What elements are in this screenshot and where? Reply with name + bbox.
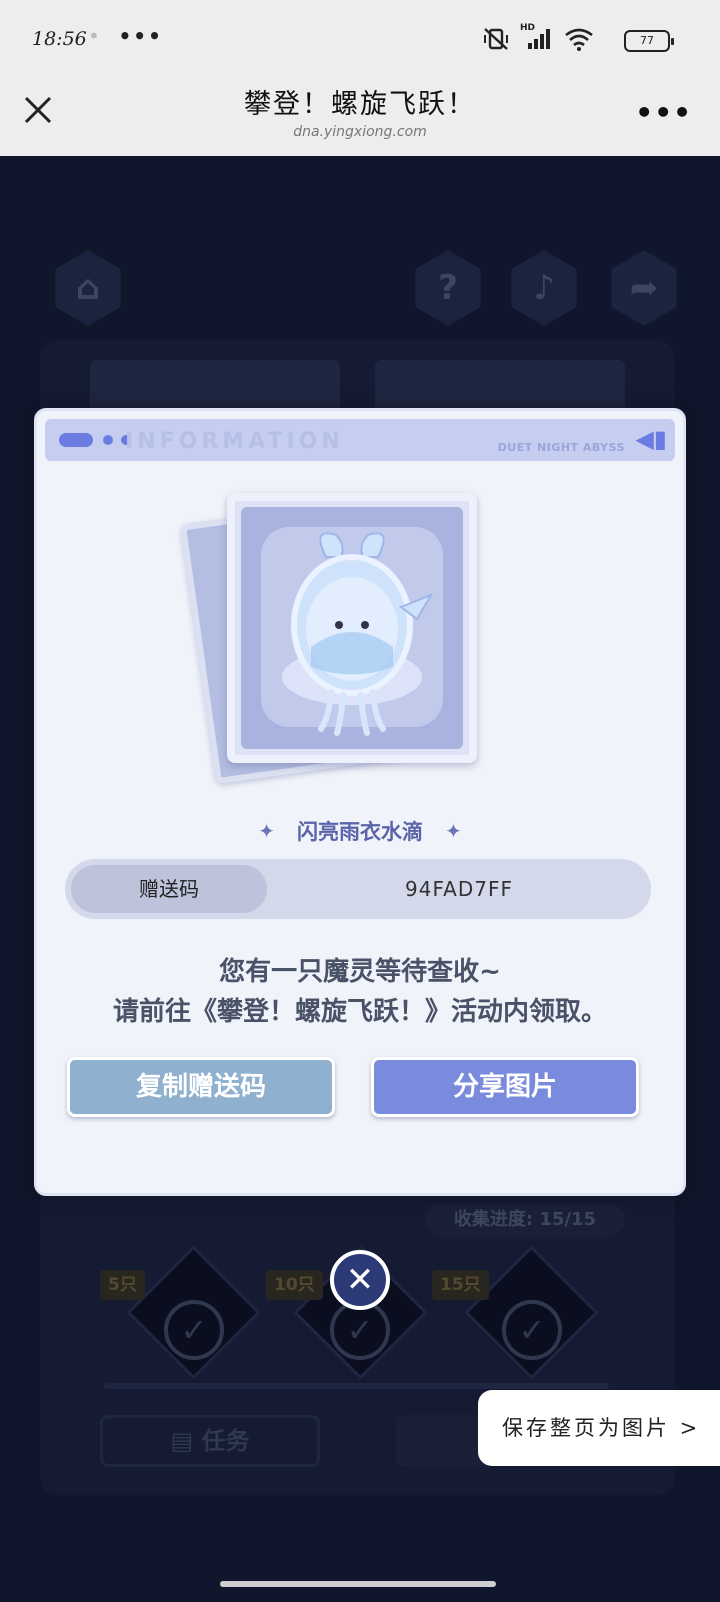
header-arrow-icon: ◀▮ — [635, 425, 667, 453]
message-line-2: 请前往《攀登！螺旋飞跃！》活动内领取。 — [112, 997, 607, 1027]
share-image-button[interactable]: 分享图片 — [371, 1057, 639, 1117]
header-watermark: INFORMATION — [125, 429, 344, 454]
battery-indicator: 77 — [624, 30, 674, 52]
page-title: 攀登！螺旋飞跃！ — [244, 89, 476, 120]
modal-close-button[interactable]: ✕ — [330, 1250, 390, 1310]
item-card-art — [241, 507, 463, 749]
gift-code-value[interactable]: 94FAD7FF — [267, 859, 651, 919]
sparkle-icon: ✦ — [445, 819, 462, 843]
vibrate-off-icon — [484, 28, 508, 50]
message-line-1: 您有一只魔灵等待查收~ — [219, 957, 501, 987]
home-indicator[interactable] — [220, 1581, 496, 1587]
page-url: dna.yingxiong.com — [293, 124, 427, 140]
status-time: 18:56 — [32, 28, 87, 50]
sparkle-icon: ✦ — [258, 819, 275, 843]
header-pill — [59, 433, 93, 447]
raincoat-droplet-icon — [282, 532, 434, 736]
wifi-icon — [565, 28, 593, 51]
item-name: 闪亮雨衣水滴 — [297, 820, 423, 844]
more-menu-button[interactable]: ••• — [635, 96, 692, 129]
browser-title-bar: 攀登！螺旋飞跃！ dna.yingxiong.com ••• — [0, 80, 720, 156]
signal-icon: HD — [520, 23, 554, 51]
header-brand: DUET NIGHT ABYSS — [497, 441, 625, 454]
modal-header: INFORMATION DUET NIGHT ABYSS ◀▮ — [45, 419, 675, 461]
item-name-row: ✦ 闪亮雨衣水滴 ✦ — [37, 816, 683, 846]
gift-code-modal: INFORMATION DUET NIGHT ABYSS ◀▮ ✦ 闪亮雨衣水滴 ✦ — [34, 408, 686, 1196]
gift-code-label: 赠送码 — [71, 865, 267, 913]
status-bar: 18:56 • ••• HD 77 — [0, 0, 720, 80]
header-dot — [103, 435, 113, 445]
copy-gift-code-button[interactable]: 复制赠送码 — [67, 1057, 335, 1117]
status-more-dots: • ••• — [88, 24, 163, 48]
gift-code-row: 赠送码 94FAD7FF — [65, 859, 651, 919]
close-icon: ✕ — [345, 1260, 375, 1300]
item-card — [227, 493, 477, 763]
save-page-as-image-button[interactable]: 保存整页为图片 > — [478, 1390, 720, 1466]
